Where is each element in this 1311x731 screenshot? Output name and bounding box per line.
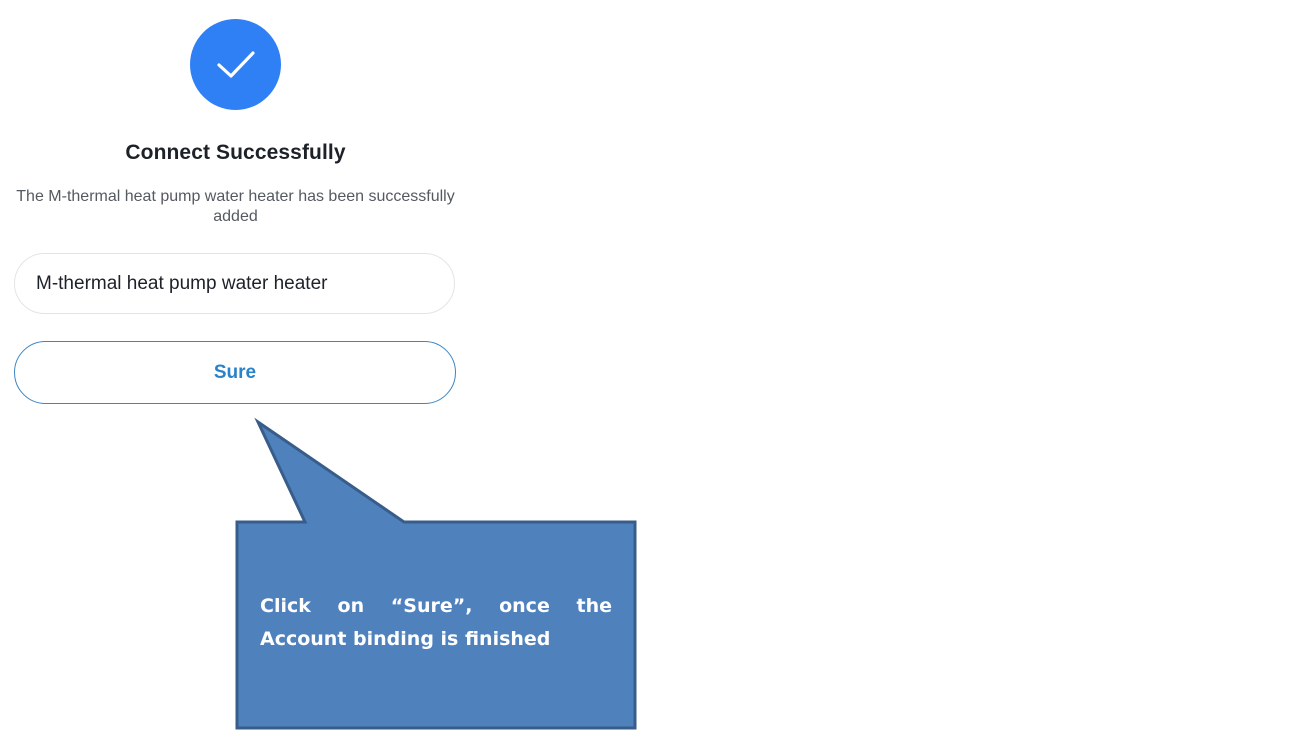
checkmark-circle-icon (190, 19, 281, 110)
device-name-field[interactable] (14, 253, 455, 314)
callout-text: Click on “Sure”, once the Account bindin… (260, 595, 612, 650)
sure-button[interactable]: Sure (14, 341, 456, 404)
callout-shape (235, 417, 637, 730)
success-message: The M-thermal heat pump water heater has… (16, 188, 455, 225)
success-title: Connect Successfully (125, 141, 346, 164)
connect-success-screen: Connect Successfully The M-thermal heat … (0, 0, 1311, 731)
